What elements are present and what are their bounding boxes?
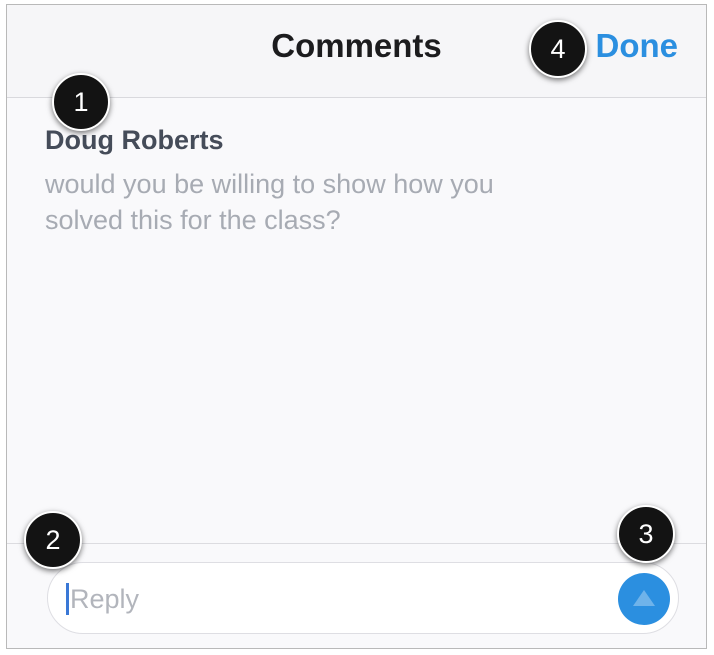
text-cursor [66, 583, 69, 615]
comment-item: Doug Roberts would you be willing to sho… [45, 125, 645, 238]
comment-body-line-2: solved this for the class? [45, 205, 341, 235]
reply-placeholder: Reply [70, 584, 140, 614]
comment-author: Doug Roberts [45, 125, 224, 155]
reply-composer: Reply [7, 543, 706, 648]
send-button[interactable] [618, 573, 670, 625]
callout-badge-3: 3 [617, 505, 675, 563]
nav-bar: Comments Done [7, 5, 706, 98]
send-arrow-icon [633, 590, 655, 606]
comments-screen: Comments Done Doug Roberts would you be … [6, 4, 707, 649]
callout-badge-4: 4 [529, 20, 587, 78]
done-button[interactable]: Done [596, 27, 679, 65]
callout-badge-1: 1 [52, 73, 110, 131]
comment-body: would you be willing to show how you sol… [45, 166, 645, 238]
comment-body-line-1: would you be willing to show how you [45, 169, 494, 199]
callout-badge-2: 2 [24, 511, 82, 569]
reply-input[interactable]: Reply [47, 562, 679, 634]
